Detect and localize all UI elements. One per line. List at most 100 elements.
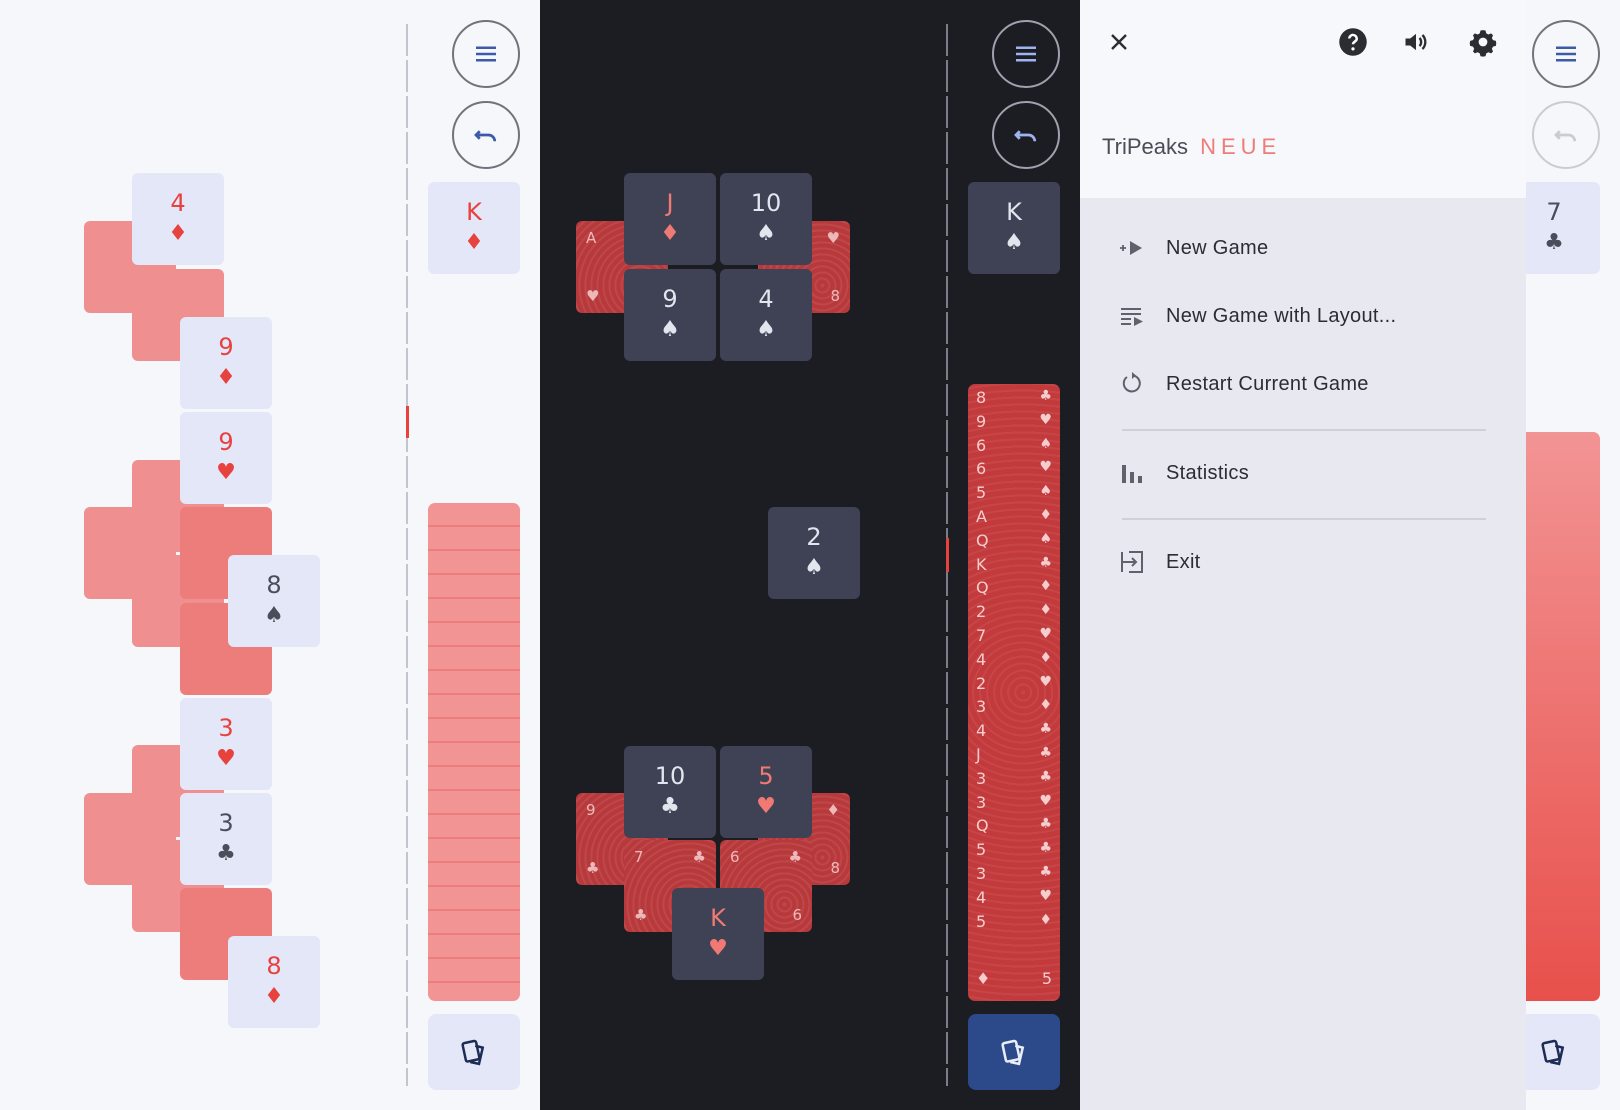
heart-icon: ♥: [826, 229, 840, 247]
waste-card: K ♠: [968, 182, 1060, 274]
corner-rank: 6: [792, 906, 802, 924]
statistics-item[interactable]: Statistics: [1118, 451, 1498, 495]
stock-card-rank: K: [976, 554, 987, 574]
waste-card: K ♦: [428, 182, 520, 274]
diamond-icon: ♦: [660, 221, 680, 246]
diamond-icon: ♦: [168, 221, 188, 246]
restart-game-item[interactable]: Restart Current Game: [1118, 362, 1498, 406]
undo-button[interactable]: [452, 101, 520, 169]
drawer-header: TriPeaks NEUE: [1080, 0, 1526, 198]
spade-icon: ♠: [1004, 230, 1024, 255]
undo-icon: [1554, 130, 1577, 142]
card-rank: 9: [218, 428, 234, 456]
close-button[interactable]: [1102, 25, 1136, 59]
stock-card-suit: ♣: [1039, 864, 1052, 880]
menu-button[interactable]: [452, 20, 520, 88]
menu-drawer: TriPeaks NEUE New Game New Game with Lay…: [1080, 0, 1526, 1110]
stock-card-suit: ♦: [1039, 602, 1052, 619]
diamond-icon: ♦: [826, 801, 840, 819]
volume-icon: [1405, 33, 1427, 51]
stock-pile[interactable]: [428, 503, 520, 1001]
stock-card-rank: Q: [976, 530, 989, 550]
club-icon: ♣: [216, 841, 236, 866]
playing-card[interactable]: J ♦: [624, 173, 716, 265]
undo-button[interactable]: [992, 101, 1060, 169]
undo-icon: [474, 130, 497, 142]
stock-bottom-corners: ♦ 5: [976, 969, 1052, 993]
playing-card[interactable]: 9 ♠: [624, 269, 716, 361]
draw-card-button[interactable]: [428, 1014, 520, 1090]
stock-bottom-rank: 5: [1041, 969, 1052, 988]
corner-rank: 8: [830, 287, 840, 305]
stock-card-row: 5 ♣: [976, 840, 1052, 864]
stock-card-rank: 4: [976, 649, 987, 669]
exit-item[interactable]: Exit: [1118, 540, 1498, 584]
diamond-icon: ♦: [976, 969, 991, 988]
card-rank: J: [666, 189, 674, 217]
bar-chart-icon: [1118, 459, 1146, 487]
menu-button[interactable]: [992, 20, 1060, 88]
stock-card-row: 4 ♣: [976, 721, 1052, 745]
playing-card[interactable]: 3 ♣: [180, 793, 272, 885]
stock-card-rank: 7: [976, 626, 987, 645]
close-icon: [1111, 34, 1127, 50]
stock-card-rank: 6: [976, 459, 987, 479]
playing-card[interactable]: 2 ♠: [768, 507, 860, 599]
stock-pile[interactable]: ♦ 5 8 ♣ 9 ♥ 6 ♠ 6 ♥ 5 ♠ A ♦ Q ♠ K ♣ Q ♦ 2 ♦ 7 ♥ 4 ♦ 2 ♥ 3 ♦ 4 ♣ J ♣ 3 ♣ 3 ♥…: [968, 384, 1060, 1001]
cards-icon: [461, 1039, 485, 1066]
stock-card-rank: A: [976, 507, 987, 526]
playing-card[interactable]: K ♥: [672, 888, 764, 980]
club-icon: ♣: [660, 794, 680, 819]
playing-card[interactable]: 9 ♥: [180, 412, 272, 504]
spade-icon: ♠: [660, 317, 680, 342]
hamburger-icon: [1016, 46, 1036, 62]
stock-card-row: 2 ♦: [976, 602, 1052, 626]
undo-button[interactable]: [1532, 101, 1600, 169]
draw-card-button[interactable]: [968, 1014, 1060, 1090]
settings-button[interactable]: [1466, 25, 1500, 59]
playing-card[interactable]: 4 ♦: [132, 173, 224, 265]
cards-icon: [1001, 1039, 1025, 1066]
playing-card[interactable]: 8 ♠: [228, 555, 320, 647]
stock-card-row: Q ♦: [976, 578, 1052, 602]
sound-button[interactable]: [1399, 25, 1433, 59]
corner-rank: 7: [634, 848, 644, 866]
stock-card-row: Q ♣: [976, 816, 1052, 840]
app-name: TriPeaks: [1102, 134, 1188, 159]
card-rank: 3: [218, 714, 234, 742]
playing-card[interactable]: 5 ♥: [720, 746, 812, 838]
stock-card-row: J ♣: [976, 745, 1052, 769]
stock-card-row: 4 ♥: [976, 888, 1052, 912]
hamburger-icon: [1556, 46, 1576, 62]
stock-card-suit: ♦: [1039, 697, 1052, 714]
stock-card-suit: ♦: [1039, 578, 1052, 595]
stock-card-suit: ♥: [1039, 411, 1052, 428]
stock-card-row: A ♦: [976, 507, 1052, 531]
diamond-icon: ♦: [216, 365, 236, 390]
menu-item-label: Statistics: [1166, 461, 1250, 484]
playing-card[interactable]: 10 ♠: [720, 173, 812, 265]
menu-button[interactable]: [1532, 20, 1600, 88]
stock-card-row: 5 ♦: [976, 912, 1052, 936]
card-rank: 9: [662, 285, 678, 313]
playing-card[interactable]: 9 ♦: [180, 317, 272, 409]
stock-card-suit: ♥: [1039, 459, 1052, 476]
stock-card-row: 6 ♠: [976, 436, 1052, 460]
playing-card[interactable]: 4 ♠: [720, 269, 812, 361]
playing-card[interactable]: 10 ♣: [624, 746, 716, 838]
card-rank: 4: [170, 189, 186, 217]
new-game-item[interactable]: New Game: [1118, 226, 1498, 270]
stock-card-row: 7 ♥: [976, 626, 1052, 650]
help-button[interactable]: [1336, 25, 1370, 59]
spade-icon: ♠: [756, 221, 776, 246]
card-rank: 10: [750, 189, 782, 217]
playing-card[interactable]: 8 ♦: [228, 936, 320, 1028]
hamburger-icon: [476, 46, 496, 62]
heart-icon: ♥: [756, 794, 776, 819]
playlist-play-icon: [1118, 302, 1146, 330]
menu-theme-panel: 7 ♣ TriPeaks NEUE New Game New Game with…: [1080, 0, 1620, 1110]
menu-item-label: Restart Current Game: [1166, 372, 1369, 395]
play-forward-icon: [1118, 234, 1146, 262]
playing-card[interactable]: 3 ♥: [180, 698, 272, 790]
new-game-layout-item[interactable]: New Game with Layout...: [1118, 294, 1498, 338]
